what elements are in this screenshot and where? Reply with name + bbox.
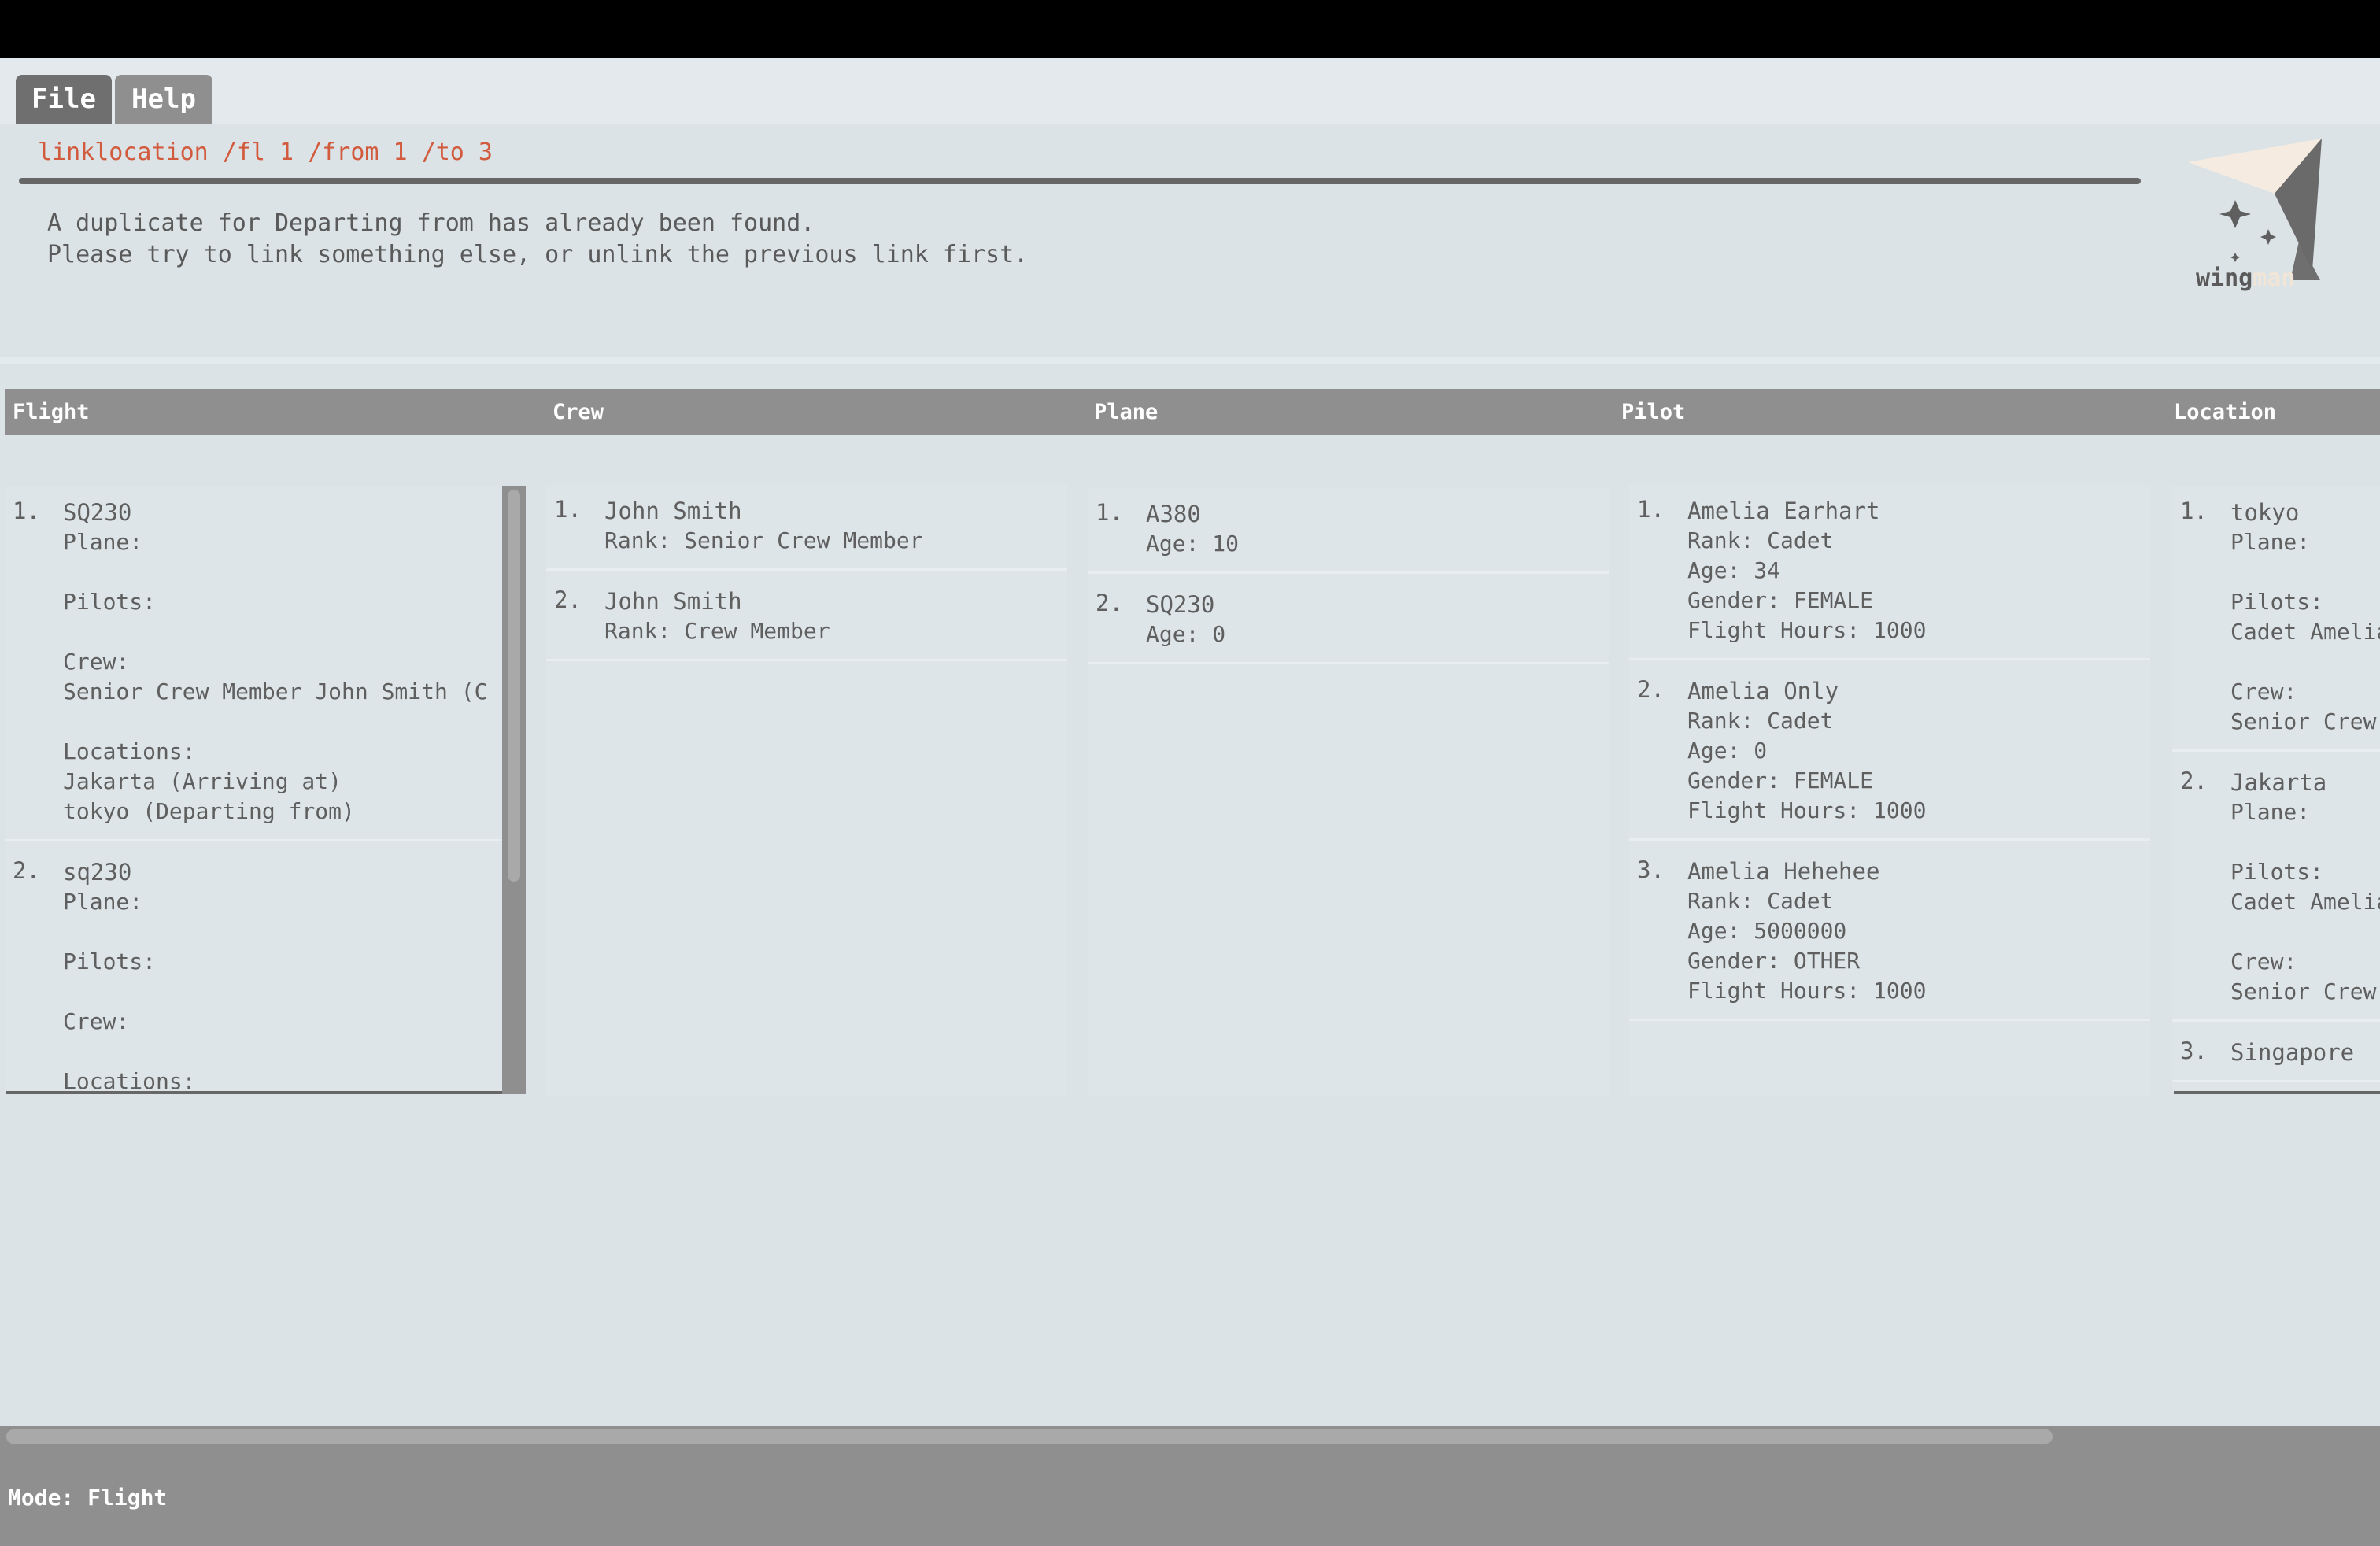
- menu-file[interactable]: File: [16, 75, 112, 124]
- list-item-details: Rank: Cadet Age: 0 Gender: FEMALE Flight…: [1687, 708, 1927, 823]
- list-item-index: 3.: [2180, 1037, 2208, 1064]
- list-item-index: 2.: [13, 857, 40, 884]
- plane-list-item[interactable]: 2. SQ230 Age: 0: [1088, 579, 1609, 664]
- list-item-body: A380 Age: 10: [1146, 499, 1598, 559]
- list-item-details: Plane: Pilots: Crew: Locations:: [63, 889, 196, 1091]
- column-header-location: Location: [2174, 400, 2277, 424]
- location-list-bottom-border: [2174, 1091, 2380, 1094]
- list-item-index: 1.: [13, 497, 40, 524]
- location-list-item[interactable]: 1. tokyo Plane: Pilots: Cadet Amelia Crew:…: [2172, 486, 2380, 752]
- list-item-index: 2.: [1637, 676, 1665, 703]
- pilot-list-item[interactable]: 3. Amelia Hehehee Rank: Cadet Age: 5000000…: [1629, 845, 2150, 1021]
- list-item-body: Jakarta Plane: Pilots: Cadet Amelia Crew:…: [2230, 767, 2380, 1007]
- plane-list-panel[interactable]: 1. A380 Age: 10 2. SQ230 Age: 0: [1088, 488, 1609, 1096]
- pilot-list-item[interactable]: 1. Amelia Earhart Rank: Cadet Age: 34 Gend…: [1629, 485, 2150, 660]
- flight-list-bottom-border: [6, 1091, 502, 1094]
- divider: [0, 357, 2380, 364]
- column-header-crew: Crew: [552, 400, 604, 424]
- list-item-index: 3.: [1637, 856, 1665, 883]
- location-list-item[interactable]: 3. Singapore: [2172, 1026, 2380, 1082]
- list-item-title: Amelia Earhart: [1687, 497, 1880, 524]
- column-header-pilot: Pilot: [1621, 400, 1686, 424]
- command-underline: [19, 178, 2141, 184]
- list-item-details: Age: 10: [1146, 531, 1240, 557]
- list-item-body: John Smith Rank: Senior Crew Member: [604, 496, 1056, 556]
- list-item-body: SQ230 Age: 0: [1146, 590, 1598, 649]
- column-header-plane: Plane: [1094, 400, 1159, 424]
- result-message-line: A duplicate for Departing from has alrea…: [47, 209, 815, 237]
- list-item-title: Amelia Hehehee: [1687, 858, 1880, 885]
- list-item-title: A380: [1146, 501, 1201, 527]
- result-message-line: Please try to link something else, or un…: [47, 241, 1029, 268]
- logo-text: wingman: [2196, 264, 2296, 292]
- flight-list-panel[interactable]: 1. SQ230 Plane: Pilots: Crew: Senior Crew …: [5, 486, 502, 1091]
- list-item-details: Rank: Cadet Age: 34 Gender: FEMALE Fligh…: [1687, 527, 1927, 643]
- list-item-body: Amelia Hehehee Rank: Cadet Age: 5000000 G…: [1687, 856, 2139, 1006]
- list-item-index: 1.: [1096, 499, 1123, 526]
- column-header-bar: [5, 389, 2380, 435]
- pilot-list-panel[interactable]: 1. Amelia Earhart Rank: Cadet Age: 34 Gend…: [1629, 485, 2150, 1096]
- list-item-index: 1.: [1637, 496, 1665, 523]
- flight-list-item[interactable]: 1. SQ230 Plane: Pilots: Crew: Senior Crew …: [5, 486, 502, 841]
- list-item-body: Singapore: [2230, 1037, 2369, 1067]
- menu-help[interactable]: Help: [115, 75, 213, 124]
- horizontal-scrollbar-thumb[interactable]: [6, 1429, 2053, 1444]
- location-list-item[interactable]: 2. Jakarta Plane: Pilots: Cadet Amelia Cre…: [2172, 756, 2380, 1022]
- flight-list-scrollbar-thumb[interactable]: [508, 490, 520, 882]
- list-item-body: Amelia Only Rank: Cadet Age: 0 Gender: FE…: [1687, 676, 2139, 826]
- location-list-panel[interactable]: 1. tokyo Plane: Pilots: Cadet Amelia Crew:…: [2172, 486, 2380, 1091]
- list-item-body: tokyo Plane: Pilots: Cadet Amelia Crew: S…: [2230, 497, 2380, 737]
- list-item-index: 2.: [2180, 767, 2208, 794]
- list-item-body: SQ230 Plane: Pilots: Crew: Senior Crew Me…: [63, 497, 491, 827]
- pilot-list-item[interactable]: 2. Amelia Only Rank: Cadet Age: 0 Gender: …: [1629, 665, 2150, 841]
- crew-list-item[interactable]: 2. John Smith Rank: Crew Member: [546, 575, 1067, 661]
- command-input[interactable]: linklocation /fl 1 /from 1 /to 3: [38, 139, 493, 166]
- list-item-title: John Smith: [604, 497, 742, 524]
- column-header-flight: Flight: [13, 400, 90, 424]
- window-title-bar: [0, 0, 2380, 58]
- menu-bar: [0, 58, 2380, 124]
- list-item-details: Plane: Pilots: Crew: Senior Crew Member …: [63, 529, 488, 824]
- flight-list-item[interactable]: 2. sq230 Plane: Pilots: Crew: Locations:: [5, 846, 502, 1091]
- list-item-body: John Smith Rank: Crew Member: [604, 586, 1056, 646]
- list-item-title: Amelia Only: [1687, 678, 1839, 705]
- list-item-index: 2.: [1096, 590, 1123, 616]
- list-item-title: Singapore: [2230, 1039, 2355, 1066]
- list-item-details: Plane: Pilots: Cadet Amelia Crew: Senior…: [2230, 529, 2380, 734]
- list-item-details: Rank: Senior Crew Member: [604, 527, 923, 553]
- list-item-title: John Smith: [604, 588, 742, 615]
- crew-list-item[interactable]: 1. John Smith Rank: Senior Crew Member: [546, 485, 1067, 571]
- list-item-index: 1.: [554, 496, 582, 523]
- mode-status: Mode: Flight: [8, 1485, 168, 1511]
- list-item-title: tokyo: [2230, 499, 2300, 526]
- list-item-title: Jakarta: [2230, 769, 2327, 796]
- list-item-index: 1.: [2180, 497, 2208, 524]
- app-window: File Help linklocation /fl 1 /from 1 /to…: [0, 0, 2380, 1546]
- list-item-index: 2.: [554, 586, 582, 613]
- list-item-details: Rank: Cadet Age: 5000000 Gender: OTHER F…: [1687, 888, 1927, 1004]
- list-item-body: sq230 Plane: Pilots: Crew: Locations:: [63, 857, 491, 1091]
- star-icon: [2219, 200, 2276, 262]
- list-item-details: Plane: Pilots: Cadet Amelia Crew: Senior…: [2230, 799, 2380, 1004]
- plane-list-item[interactable]: 1. A380 Age: 10: [1088, 488, 1609, 574]
- list-item-title: sq230: [63, 859, 132, 886]
- list-item-title: SQ230: [63, 499, 132, 526]
- list-item-details: Age: 0: [1146, 621, 1226, 647]
- list-item-details: Rank: Crew Member: [604, 618, 830, 644]
- list-item-title: SQ230: [1146, 591, 1215, 618]
- list-item-body: Amelia Earhart Rank: Cadet Age: 34 Gender…: [1687, 496, 2139, 645]
- status-bar: [0, 1447, 2380, 1546]
- crew-list-panel[interactable]: 1. John Smith Rank: Senior Crew Member 2. Jo…: [546, 485, 1067, 1096]
